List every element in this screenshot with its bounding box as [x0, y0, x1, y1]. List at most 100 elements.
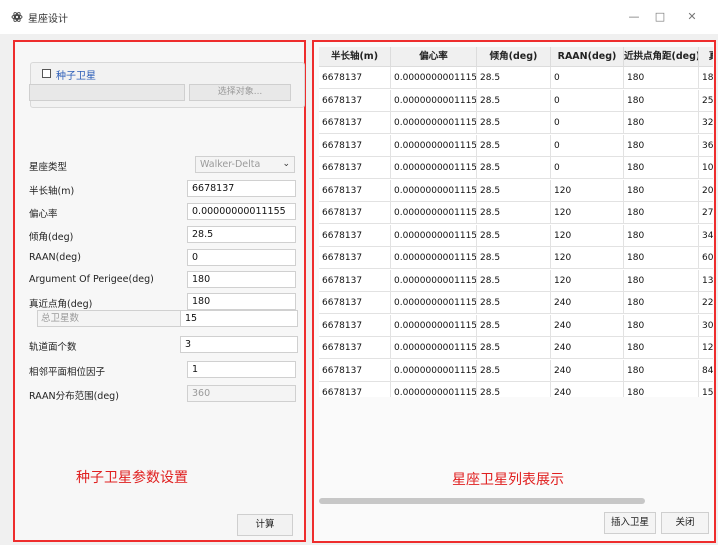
- total-satellites-select[interactable]: 总卫星数 ⌄: [37, 310, 191, 327]
- table-cell: 0.00000000011155: [391, 202, 477, 224]
- table-cell: 60: [699, 247, 713, 269]
- table-cell: 0.00000000011155: [391, 359, 477, 382]
- table-cell: 28.5: [477, 382, 551, 397]
- raan-input[interactable]: 0: [187, 249, 296, 266]
- table-cell: 180: [624, 202, 699, 224]
- table-cell: 6678137: [319, 112, 391, 134]
- table-row[interactable]: 6678137 0.00000000011155 28.5 240 180 22: [319, 292, 713, 314]
- table-cell: 6678137: [319, 337, 391, 359]
- select-object-button[interactable]: 选择对象...: [189, 84, 291, 101]
- table-cell: 22: [699, 292, 713, 314]
- table-cell: 0.00000000011155: [391, 382, 477, 397]
- table-cell: 120: [551, 179, 624, 202]
- table-cell: 6678137: [319, 134, 391, 157]
- eccentricity-label: 偏心率: [29, 209, 58, 220]
- semi-major-axis-input[interactable]: 6678137: [187, 180, 296, 197]
- table-cell: 0.00000000011155: [391, 67, 477, 89]
- table-row[interactable]: 6678137 0.00000000011155 28.5 240 180 30: [319, 314, 713, 337]
- maximize-icon[interactable]: □: [646, 6, 674, 28]
- satellite-list-panel: 半长轴(m)偏心率倾角(deg)RAAN(deg)近拱点角距(deg)真 667…: [312, 40, 716, 543]
- table-cell: 34: [699, 225, 713, 247]
- table-row[interactable]: 6678137 0.00000000011155 28.5 240 180 15: [319, 382, 713, 397]
- true-anomaly-input[interactable]: 180: [187, 293, 296, 310]
- table-cell: 180: [624, 157, 699, 179]
- horizontal-scrollbar[interactable]: [319, 498, 645, 504]
- argument-of-perigee-input[interactable]: 180: [187, 271, 296, 288]
- seed-satellite-label[interactable]: 种子卫星: [56, 67, 96, 82]
- phase-factor-label: 相邻平面相位因子: [29, 367, 106, 378]
- table-row[interactable]: 6678137 0.00000000011155 28.5 120 180 20: [319, 179, 713, 202]
- table-cell: 0.00000000011155: [391, 292, 477, 314]
- table-row[interactable]: 6678137 0.00000000011155 28.5 0 180 36: [319, 134, 713, 157]
- table-cell: 28.5: [477, 337, 551, 359]
- insert-satellite-button[interactable]: 插入卫星: [604, 512, 656, 534]
- seed-satellite-checkbox[interactable]: [42, 69, 51, 78]
- table-cell: 6678137: [319, 224, 391, 247]
- table-cell: 0.00000000011155: [391, 112, 477, 134]
- table-cell: 28.5: [477, 224, 551, 247]
- table-header-cell[interactable]: 偏心率: [391, 47, 477, 67]
- table-row[interactable]: 6678137 0.00000000011155 28.5 0 180 32: [319, 112, 713, 134]
- inclination-input[interactable]: 28.5: [187, 226, 296, 243]
- table-cell: 6678137: [319, 247, 391, 269]
- table-cell: 180: [624, 314, 699, 337]
- table-cell: 36: [699, 135, 713, 157]
- orbit-planes-input[interactable]: 3: [180, 336, 298, 353]
- table-cell: 28.5: [477, 314, 551, 337]
- table-cell: 0.00000000011155: [391, 157, 477, 179]
- table-row[interactable]: 6678137 0.00000000011155 28.5 0 180 25: [319, 89, 713, 112]
- minimize-icon[interactable]: —: [620, 6, 648, 28]
- table-row[interactable]: 6678137 0.00000000011155 28.5 120 180 27: [319, 202, 713, 224]
- close-button[interactable]: 关闭: [661, 512, 709, 534]
- table-cell: 25: [699, 90, 713, 112]
- table-cell: 0.00000000011155: [391, 269, 477, 292]
- satellite-list-annotation: 星座卫星列表展示: [452, 472, 564, 488]
- table-cell: 18: [699, 67, 713, 89]
- semi-major-axis-label: 半长轴(m): [29, 186, 75, 197]
- eccentricity-input[interactable]: 0.00000000011155: [187, 203, 296, 220]
- table-cell: 6678137: [319, 89, 391, 112]
- table-header-cell[interactable]: 近拱点角距(deg): [624, 47, 699, 67]
- window-title: 星座设计: [28, 14, 68, 25]
- phase-factor-input[interactable]: 1: [187, 361, 296, 378]
- table-cell: 20: [699, 180, 713, 202]
- table-cell: 180: [624, 292, 699, 314]
- table-cell: 240: [551, 359, 624, 382]
- table-header-cell[interactable]: 半长轴(m): [319, 47, 391, 67]
- raan-label: RAAN(deg): [29, 252, 81, 263]
- table-cell: 180: [624, 269, 699, 292]
- table-cell: 15: [699, 382, 713, 397]
- constellation-type-select[interactable]: Walker-Delta ⌄: [195, 156, 295, 173]
- constellation-type-value: Walker-Delta: [200, 159, 261, 170]
- table-header-cell[interactable]: RAAN(deg): [551, 47, 624, 67]
- raan-spread-input[interactable]: 360: [187, 385, 296, 402]
- table-row[interactable]: 6678137 0.00000000011155 28.5 0 180 18: [319, 67, 713, 89]
- table-row[interactable]: 6678137 0.00000000011155 28.5 120 180 60: [319, 247, 713, 269]
- table-row[interactable]: 6678137 0.00000000011155 28.5 120 180 13: [319, 269, 713, 292]
- table-cell: 0: [551, 134, 624, 157]
- table-row[interactable]: 6678137 0.00000000011155 28.5 0 180 10: [319, 157, 713, 179]
- table-cell: 0.00000000011155: [391, 337, 477, 359]
- close-icon[interactable]: ✕: [678, 6, 706, 28]
- table-header-cell[interactable]: 倾角(deg): [477, 47, 551, 67]
- table-row[interactable]: 6678137 0.00000000011155 28.5 240 180 84: [319, 359, 713, 382]
- table-cell: 0.00000000011155: [391, 179, 477, 202]
- table-cell: 6678137: [319, 157, 391, 179]
- table-cell: 28.5: [477, 157, 551, 179]
- table-header-cell[interactable]: 真: [699, 47, 713, 67]
- table-cell: 120: [551, 269, 624, 292]
- inclination-label: 倾角(deg): [29, 232, 74, 243]
- total-satellites-input[interactable]: 15: [180, 310, 298, 327]
- title-bar: 星座设计 — □ ✕: [0, 0, 718, 34]
- true-anomaly-label: 真近点角(deg): [29, 299, 93, 310]
- table-row[interactable]: 6678137 0.00000000011155 28.5 240 180 12: [319, 337, 713, 359]
- table-cell: 120: [551, 202, 624, 224]
- table-cell: 0.00000000011155: [391, 89, 477, 112]
- table-cell: 28.5: [477, 247, 551, 269]
- table-row[interactable]: 6678137 0.00000000011155 28.5 120 180 34: [319, 224, 713, 247]
- table-cell: 180: [624, 134, 699, 157]
- seed-parameters-panel: 种子卫星 选择对象... 星座类型 Walker-Delta ⌄ 半长轴(m) …: [13, 40, 306, 542]
- constellation-type-label: 星座类型: [29, 162, 68, 173]
- calculate-button[interactable]: 计算: [237, 514, 293, 536]
- seed-satellite-field[interactable]: [29, 84, 185, 101]
